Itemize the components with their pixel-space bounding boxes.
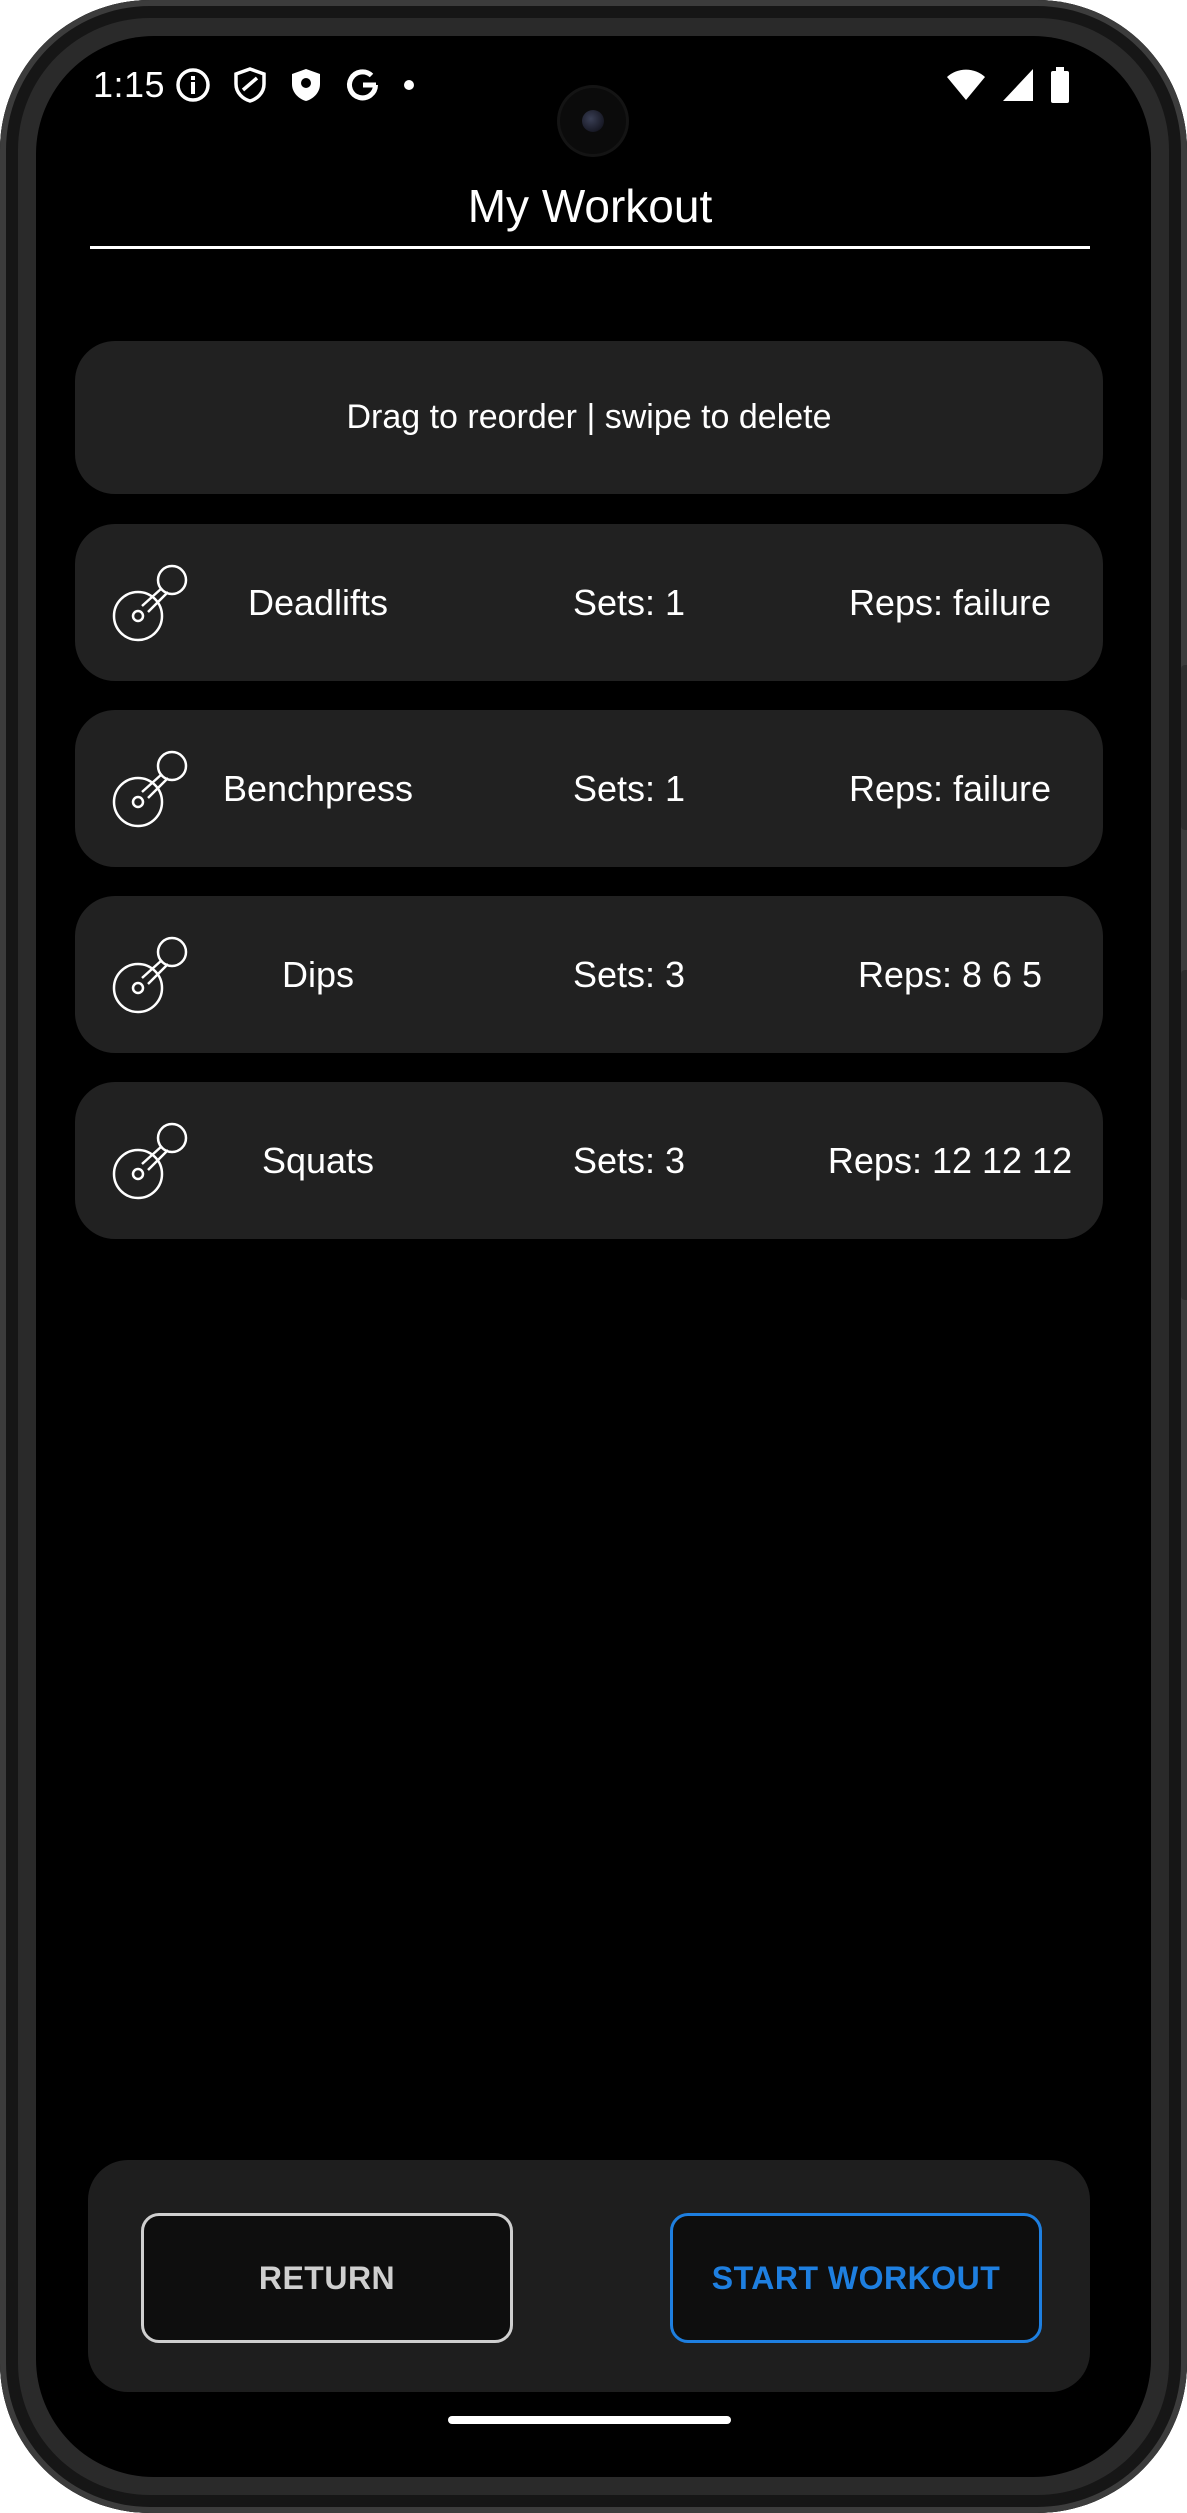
google-icon [344,66,382,109]
dumbbell-icon [110,934,192,1016]
exercise-row[interactable]: Squats Sets: 3 Reps: 12 12 12 [75,1082,1103,1239]
exercise-sets: Sets: 1 [572,581,686,623]
exercise-name: Squats [261,1139,375,1181]
wifi-icon [945,67,987,108]
dumbbell-icon [110,1120,192,1202]
exercise-reps: Reps: failure [848,581,1052,623]
shield-filled-icon [288,66,324,109]
status-time: 1:15 [93,64,166,105]
exercise-row[interactable]: Dips Sets: 3 Reps: 8 6 5 [75,896,1103,1053]
exercise-sets: Sets: 3 [572,953,686,995]
hint-text: Drag to reorder | swipe to delete [346,398,832,436]
home-indicator[interactable] [448,2416,731,2424]
exercise-name: Benchpress [222,767,414,809]
battery-icon [1049,66,1071,109]
cellular-signal-icon [1001,67,1035,108]
phone-frame: 1:15 My Workout Drag to reorder | swipe … [0,0,1187,2513]
exercise-reps: Reps: 12 12 12 [827,1139,1073,1181]
volume-button [1181,665,1187,830]
exercise-row[interactable]: Benchpress Sets: 1 Reps: failure [75,710,1103,867]
title-divider [90,246,1090,249]
exercise-reps: Reps: failure [848,767,1052,809]
front-camera [560,88,626,154]
status-bar: 1:15 [36,36,1151,154]
exercise-row[interactable]: Deadlifts Sets: 1 Reps: failure [75,524,1103,681]
action-panel: RETURN START WORKOUT [88,2160,1090,2392]
exercise-name: Dips [281,953,355,995]
exercise-sets: Sets: 3 [572,1139,686,1181]
system-icons [945,66,1071,109]
power-button [1181,970,1187,1300]
hint-card: Drag to reorder | swipe to delete [75,341,1103,494]
notification-icons [174,66,416,109]
dot-icon [402,78,416,97]
exercise-sets: Sets: 1 [572,767,686,809]
start-workout-button[interactable]: START WORKOUT [670,2213,1042,2343]
page-title: My Workout [467,180,713,232]
app-screen: 1:15 My Workout Drag to reorder | swipe … [36,36,1151,2477]
exercise-reps: Reps: 8 6 5 [857,953,1043,995]
info-icon [174,66,212,109]
return-button[interactable]: RETURN [141,2213,513,2343]
dumbbell-icon [110,748,192,830]
exercise-name: Deadlifts [247,581,389,623]
shield-outline-icon [232,66,268,109]
dumbbell-icon [110,562,192,644]
